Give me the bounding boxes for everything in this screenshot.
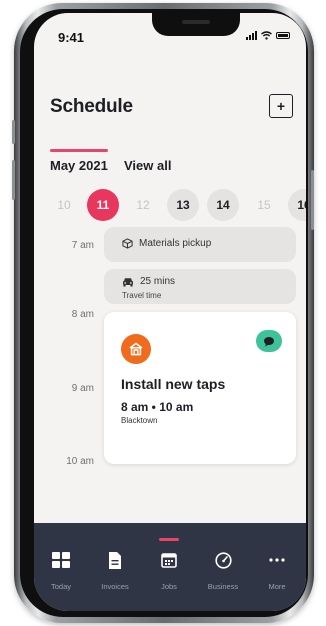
add-button[interactable]: + (269, 94, 293, 118)
nav-item-more[interactable]: More (250, 523, 304, 611)
more-icon (266, 549, 288, 571)
wifi-icon (261, 31, 272, 40)
bottom-navigation: Today Invoices Jobs Business More (34, 523, 306, 611)
gauge-icon (212, 549, 234, 571)
hour-label: 9 am (71, 383, 94, 394)
side-button (12, 160, 15, 200)
grid-icon (50, 549, 72, 571)
side-button (12, 120, 15, 144)
status-icons (246, 31, 290, 40)
nav-item-invoices[interactable]: Invoices (88, 523, 142, 611)
day-chip[interactable]: 13 (167, 189, 199, 221)
nav-item-jobs[interactable]: Jobs (142, 523, 196, 611)
nav-label: More (268, 582, 286, 591)
event-travel-time[interactable]: 25 mins Travel time (104, 269, 296, 304)
job-location: Blacktown (121, 416, 158, 425)
car-icon (123, 277, 133, 287)
job-card[interactable]: Install new taps 8 am • 10 am Blacktown (104, 312, 296, 464)
nav-item-business[interactable]: Business (196, 523, 250, 611)
status-time: 9:41 (58, 30, 85, 45)
day-chip-selected[interactable]: 11 (87, 189, 119, 221)
day-chip[interactable]: 16 (288, 189, 306, 221)
job-title: Install new taps (121, 376, 226, 392)
hour-label: 8 am (71, 309, 94, 320)
job-time: 8 am • 10 am (121, 400, 194, 414)
event-label: Materials pickup (139, 238, 212, 249)
tab-view-all[interactable]: View all (124, 158, 171, 173)
page-title: Schedule (50, 96, 133, 117)
tab-month[interactable]: May 2021 (50, 158, 108, 173)
hour-label: 10 am (66, 456, 94, 467)
nav-label: Invoices (101, 582, 129, 591)
battery-icon (276, 32, 290, 39)
nav-label: Jobs (161, 582, 177, 591)
active-nav-indicator (159, 538, 179, 541)
hour-label: 7 am (71, 240, 94, 251)
active-tab-indicator (50, 149, 108, 152)
notch (152, 13, 240, 36)
nav-label: Today (50, 582, 71, 591)
day-chip[interactable]: 15 (248, 189, 280, 221)
house-icon (121, 334, 151, 364)
day-chip[interactable]: 14 (207, 189, 239, 221)
app-screen: 9:41 Schedule + May 2021 View all 10 11 … (34, 13, 306, 611)
day-chip[interactable]: 10 (48, 189, 80, 221)
event-materials-pickup[interactable]: Materials pickup (104, 227, 296, 262)
cellular-signal-icon (246, 31, 257, 40)
nav-label: Business (207, 582, 239, 591)
travel-subtitle: Travel time (122, 291, 162, 300)
calendar-icon (158, 549, 180, 571)
day-chip[interactable]: 12 (127, 189, 159, 221)
side-button (311, 170, 314, 230)
travel-duration: 25 mins (140, 276, 176, 287)
package-icon (122, 238, 133, 249)
chat-icon[interactable] (256, 330, 282, 352)
nav-item-today[interactable]: Today (34, 523, 88, 611)
document-icon (104, 549, 126, 571)
